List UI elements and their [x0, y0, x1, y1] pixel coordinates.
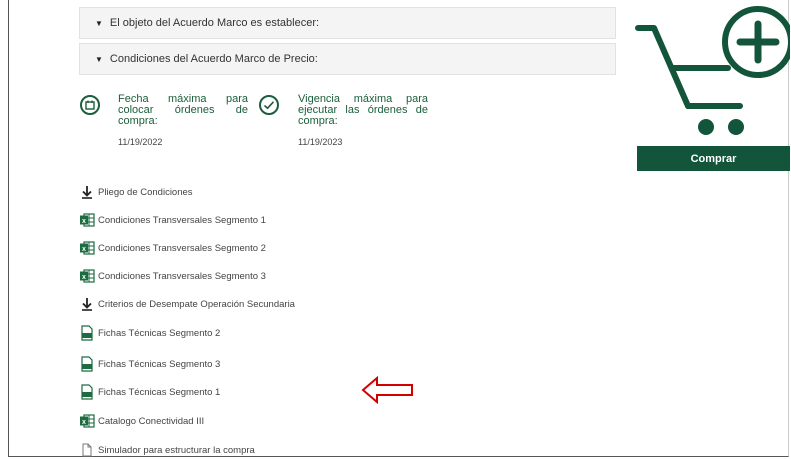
- caret-down-icon: ▼: [95, 54, 103, 64]
- accordion-objeto-label: El objeto del Acuerdo Marco es establece…: [109, 17, 320, 29]
- accordion-condiciones[interactable]: ▼ Condiciones del Acuerdo Marco de Preci…: [79, 43, 616, 75]
- excel-icon: x: [78, 239, 96, 257]
- svg-text:x: x: [82, 246, 86, 253]
- download-icon: [78, 183, 96, 201]
- fecha-maxima-date: 11/19/2022: [118, 137, 163, 147]
- excel-icon: x: [78, 267, 96, 285]
- check-circle-icon: [259, 95, 279, 115]
- list-item-catalogo[interactable]: x Catalogo Conectividad III: [78, 412, 204, 430]
- vigencia-maxima-date: 11/19/2023: [298, 137, 343, 147]
- file-icon: [78, 441, 96, 459]
- document-icon: [78, 355, 96, 373]
- list-item-label: Criterios de Desempate Operación Secunda…: [98, 298, 295, 310]
- list-item-label: Pliego de Condiciones: [98, 186, 193, 198]
- list-item-label: Fichas Técnicas Segmento 3: [98, 358, 221, 370]
- accordion-condiciones-label: Condiciones del Acuerdo Marco de Precio:: [109, 53, 318, 65]
- comprar-button[interactable]: Comprar: [637, 146, 790, 171]
- list-item-label: Condiciones Transversales Segmento 2: [98, 242, 266, 254]
- list-item-label: Catalogo Conectividad III: [98, 415, 205, 427]
- list-item-simulador[interactable]: Simulador para estructurar la compra: [78, 441, 255, 459]
- calendar-icon: [80, 95, 100, 115]
- list-item-transversales-1[interactable]: x Condiciones Transversales Segmento 1: [78, 211, 266, 229]
- list-item-criterios[interactable]: Criterios de Desempate Operación Secunda…: [78, 295, 295, 313]
- vigencia-maxima-label: Vigencia máxima para ejecutar las órdene…: [298, 93, 428, 127]
- accordion-objeto[interactable]: ▼ El objeto del Acuerdo Marco es estable…: [79, 7, 616, 39]
- document-icon: [78, 383, 96, 401]
- list-item-label: Fichas Técnicas Segmento 2: [98, 327, 221, 339]
- fecha-maxima-label: Fecha máxima para colocar órdenes de com…: [118, 93, 248, 127]
- list-item-pliego[interactable]: Pliego de Condiciones: [78, 183, 193, 201]
- list-item-label: Condiciones Transversales Segmento 1: [98, 214, 266, 226]
- svg-text:x: x: [82, 419, 86, 426]
- list-item-fichas-1[interactable]: Fichas Técnicas Segmento 1: [78, 383, 220, 401]
- list-item-label: Condiciones Transversales Segmento 3: [98, 270, 266, 282]
- caret-down-icon: ▼: [95, 18, 103, 28]
- cart-add-icon[interactable]: [632, 2, 791, 145]
- list-item-fichas-3[interactable]: Fichas Técnicas Segmento 3: [78, 355, 220, 373]
- left-arrow-icon: [361, 375, 415, 409]
- list-item-label: Fichas Técnicas Segmento 1: [98, 386, 221, 398]
- list-item-transversales-3[interactable]: x Condiciones Transversales Segmento 3: [78, 267, 266, 285]
- excel-icon: x: [78, 412, 96, 430]
- list-item-fichas-2[interactable]: Fichas Técnicas Segmento 2: [78, 324, 220, 342]
- svg-text:x: x: [82, 274, 86, 281]
- document-icon: [78, 324, 96, 342]
- excel-icon: x: [78, 211, 96, 229]
- download-icon: [78, 295, 96, 313]
- list-item-transversales-2[interactable]: x Condiciones Transversales Segmento 2: [78, 239, 266, 257]
- svg-text:x: x: [82, 218, 86, 225]
- list-item-label: Simulador para estructurar la compra: [98, 444, 255, 456]
